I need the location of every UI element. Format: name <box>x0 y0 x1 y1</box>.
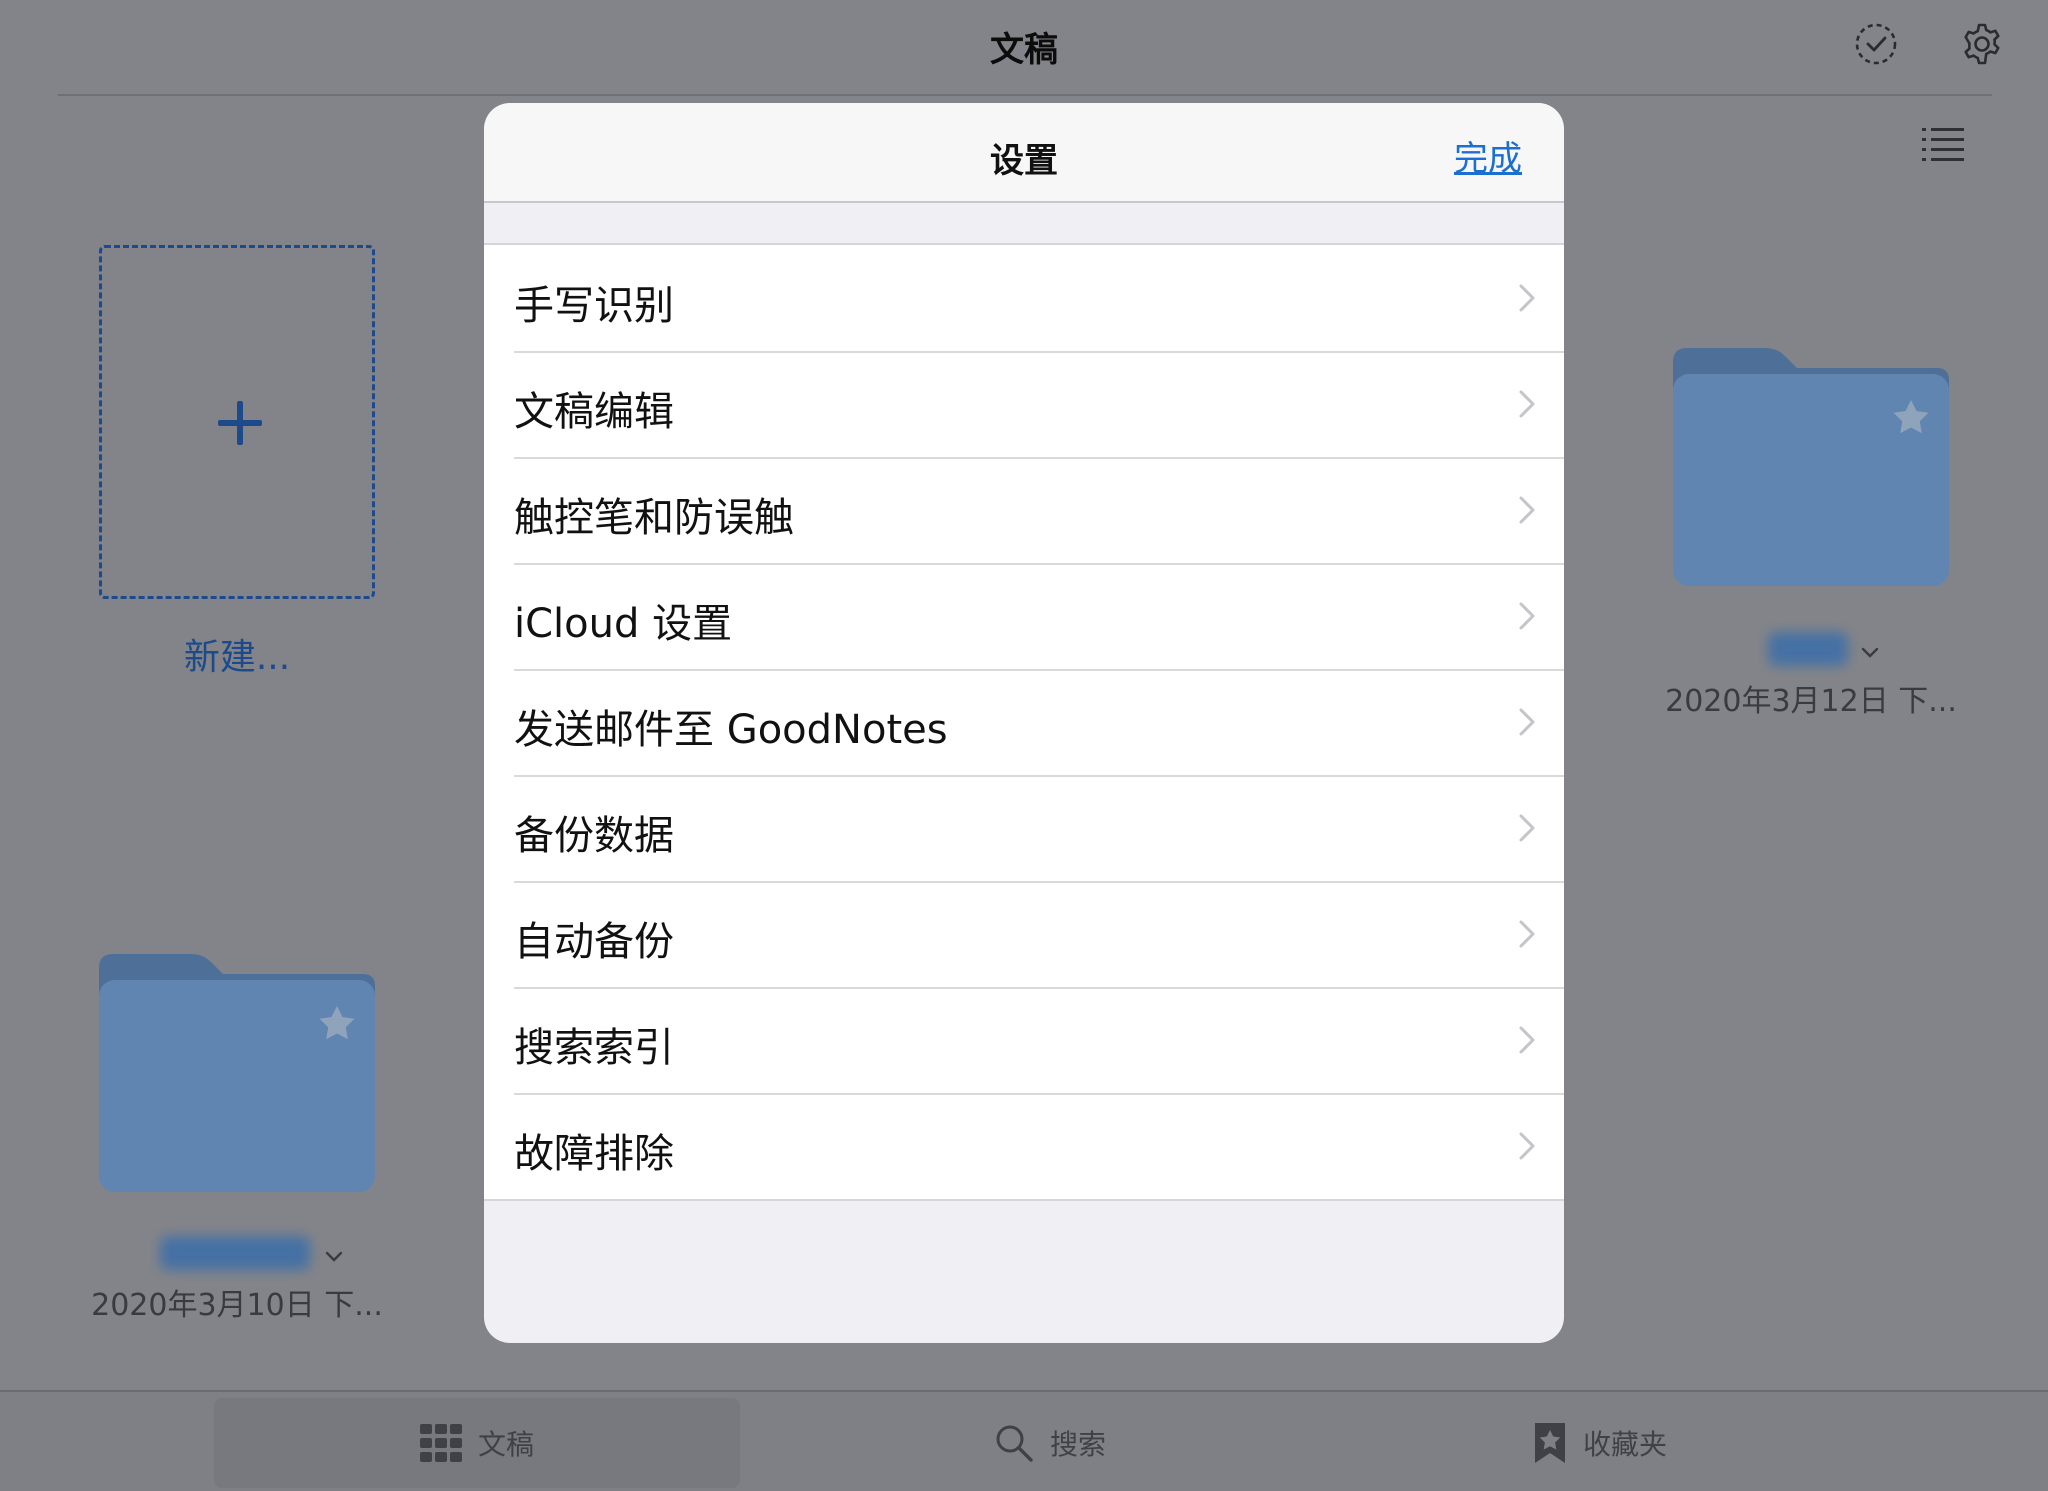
folder-item[interactable] <box>99 954 375 1192</box>
folder-item[interactable] <box>1673 348 1949 586</box>
settings-list: 手写识别 文稿编辑 触控笔和防误触 iCloud 设置 发送邮件至 GoodNo… <box>484 243 1564 1201</box>
tab-label: 文稿 <box>477 1428 534 1461</box>
new-document-label[interactable]: 新建... <box>99 628 375 680</box>
modal-header: 设置 完成 <box>484 103 1564 203</box>
top-navigation-bar: 文稿 <box>0 0 2048 96</box>
new-document-tile[interactable] <box>99 245 375 599</box>
settings-item-search-index[interactable]: 搜索索引 <box>484 987 1564 1093</box>
modal-title: 设置 <box>990 141 1058 181</box>
divider <box>58 94 1992 96</box>
settings-item-label: 搜索索引 <box>514 1025 674 1071</box>
tab-label: 搜索 <box>1049 1428 1106 1461</box>
grid-icon <box>419 1424 462 1462</box>
chevron-down-icon[interactable] <box>1860 646 1880 660</box>
chevron-down-icon[interactable] <box>324 1250 344 1264</box>
settings-item-backup-data[interactable]: 备份数据 <box>484 775 1564 881</box>
settings-item-label: 自动备份 <box>514 919 674 965</box>
chevron-right-icon <box>1518 1025 1536 1055</box>
checkmark-circle-dashed-icon[interactable] <box>1852 20 1900 68</box>
settings-item-email-to-goodnotes[interactable]: 发送邮件至 GoodNotes <box>484 669 1564 775</box>
settings-item-handwriting-recognition[interactable]: 手写识别 <box>484 245 1564 351</box>
tab-documents[interactable]: 文稿 <box>214 1398 740 1488</box>
folder-name[interactable] <box>160 1236 310 1270</box>
settings-item-icloud[interactable]: iCloud 设置 <box>484 563 1564 669</box>
settings-modal: 设置 完成 手写识别 文稿编辑 触控笔和防误触 iCloud 设置 发送邮件至 … <box>484 103 1564 1343</box>
chevron-right-icon <box>1518 919 1536 949</box>
settings-item-label: 发送邮件至 GoodNotes <box>514 707 948 753</box>
tab-bar: 文稿 搜索 收藏夹 <box>0 1390 2048 1491</box>
settings-item-label: 备份数据 <box>514 813 674 859</box>
tab-favorites[interactable]: 收藏夹 <box>1450 1398 1750 1488</box>
settings-item-label: 故障排除 <box>514 1131 674 1177</box>
chevron-right-icon <box>1518 707 1536 737</box>
search-icon <box>996 1425 1033 1462</box>
chevron-right-icon <box>1518 389 1536 419</box>
folder-date: 2020年3月10日 下... <box>91 1288 383 1323</box>
folder-icon <box>1673 348 1949 586</box>
chevron-right-icon <box>1518 813 1536 843</box>
tab-search[interactable]: 搜索 <box>900 1398 1200 1488</box>
chevron-right-icon <box>1518 1131 1536 1161</box>
tab-label: 收藏夹 <box>1582 1428 1667 1461</box>
settings-item-label: 手写识别 <box>514 283 674 329</box>
folder-name[interactable] <box>1768 632 1848 666</box>
chevron-right-icon <box>1518 601 1536 631</box>
chevron-right-icon <box>1518 283 1536 313</box>
settings-item-stylus-palm-rejection[interactable]: 触控笔和防误触 <box>484 457 1564 563</box>
page-title: 文稿 <box>990 30 1058 70</box>
settings-item-label: 文稿编辑 <box>514 389 674 435</box>
settings-item-troubleshooting[interactable]: 故障排除 <box>484 1093 1564 1199</box>
settings-item-auto-backup[interactable]: 自动备份 <box>484 881 1564 987</box>
folder-date: 2020年3月12日 下... <box>1665 684 1957 719</box>
done-button[interactable]: 完成 <box>1454 131 1522 180</box>
settings-item-document-editing[interactable]: 文稿编辑 <box>484 351 1564 457</box>
gear-icon[interactable] <box>1958 20 2006 68</box>
chevron-right-icon <box>1518 495 1536 525</box>
settings-item-label: 触控笔和防误触 <box>514 495 794 541</box>
settings-item-label: iCloud 设置 <box>514 601 733 647</box>
list-view-icon[interactable] <box>1922 124 1964 164</box>
bookmark-star-icon <box>1534 1423 1565 1463</box>
folder-icon <box>99 954 375 1192</box>
plus-icon <box>218 401 262 445</box>
